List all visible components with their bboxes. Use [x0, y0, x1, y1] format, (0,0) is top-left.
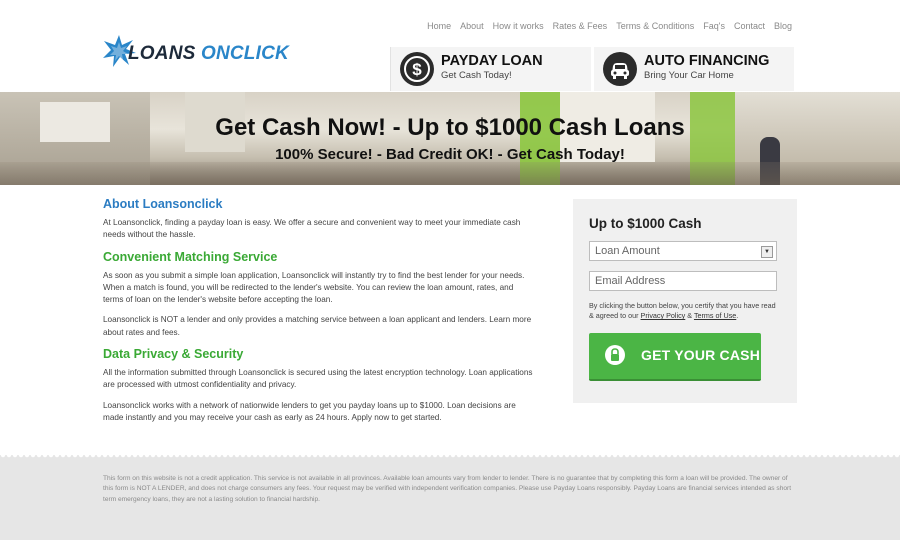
nav-contact[interactable]: Contact	[734, 21, 765, 31]
promo-subtitle: Bring Your Car Home	[644, 70, 734, 81]
about-heading: About Loansonclick	[103, 197, 223, 211]
footer-edge	[0, 455, 900, 459]
loan-amount-value: Loan Amount	[595, 245, 660, 257]
svg-text:$: $	[412, 60, 422, 79]
privacy-heading: Data Privacy & Security	[103, 347, 244, 362]
hero-banner: Get Cash Now! - Up to $1000 Cash Loans 1…	[0, 92, 900, 185]
nav-rates-fees[interactable]: Rates & Fees	[553, 21, 608, 31]
cta-label: GET YOUR CASH	[641, 347, 761, 363]
disclaimer-period: .	[736, 311, 739, 320]
dropdown-arrow-icon: ▼	[761, 246, 773, 258]
disclaimer-and: &	[685, 311, 694, 320]
nav-how-it-works[interactable]: How it works	[493, 21, 544, 31]
nav-about[interactable]: About	[460, 21, 484, 31]
nav-faqs[interactable]: Faq's	[703, 21, 725, 31]
hero-title: Get Cash Now! - Up to $1000 Cash Loans	[215, 114, 685, 141]
loan-amount-select[interactable]: Loan Amount ▼	[589, 241, 777, 261]
loan-form: Up to $1000 Cash Loan Amount ▼ Email Add…	[573, 199, 797, 403]
promo-payday-loan[interactable]: $ PAYDAY LOAN Get Cash Today!	[390, 47, 591, 91]
terms-of-use-link[interactable]: Terms of Use	[694, 311, 736, 320]
hero-subtitle: 100% Secure! - Bad Credit OK! - Get Cash…	[275, 146, 625, 163]
matching-text: As soon as you submit a simple loan appl…	[103, 270, 525, 305]
promo-subtitle: Get Cash Today!	[441, 70, 512, 81]
car-icon	[603, 52, 637, 86]
main-content: About Loansonclick At Loansonclick, find…	[103, 197, 533, 432]
email-field[interactable]: Email Address	[589, 271, 777, 291]
promo-title: PAYDAY LOAN	[441, 53, 543, 69]
logo-text: LOANS ONCLICK	[128, 43, 289, 65]
form-title: Up to $1000 Cash	[589, 216, 702, 231]
nav-home[interactable]: Home	[427, 21, 451, 31]
logo-word-onclick: ONCLICK	[200, 43, 289, 64]
lock-icon	[605, 345, 625, 365]
nav-blog[interactable]: Blog	[774, 21, 792, 31]
dollar-icon: $	[400, 52, 434, 86]
privacy-text: All the information submitted through Lo…	[103, 368, 533, 390]
get-your-cash-button[interactable]: GET YOUR CASH	[589, 333, 761, 381]
promo-auto-financing[interactable]: AUTO FINANCING Bring Your Car Home	[594, 47, 794, 91]
footer-disclaimer: This form on this website is not a credi…	[103, 475, 792, 503]
promo-title: AUTO FINANCING	[644, 53, 770, 69]
privacy-policy-link[interactable]: Privacy Policy	[641, 311, 686, 320]
matching-text-2: Loansonclick is NOT a lender and only pr…	[103, 315, 532, 337]
matching-heading: Convenient Matching Service	[103, 249, 278, 264]
about-text: At Loansonclick, finding a payday loan i…	[103, 218, 521, 240]
logo-word-loans: LOANS	[128, 43, 201, 64]
privacy-text-2: Loansonclick works with a network of nat…	[103, 400, 516, 422]
nav-terms[interactable]: Terms & Conditions	[616, 21, 694, 31]
email-placeholder: Email Address	[595, 275, 666, 287]
top-nav: Home About How it works Rates & Fees Ter…	[427, 21, 792, 31]
site-logo[interactable]: LOANS ONCLICK	[102, 34, 302, 68]
footer: This form on this website is not a credi…	[0, 455, 900, 540]
form-disclaimer: By clicking the button below, you certif…	[589, 301, 779, 321]
